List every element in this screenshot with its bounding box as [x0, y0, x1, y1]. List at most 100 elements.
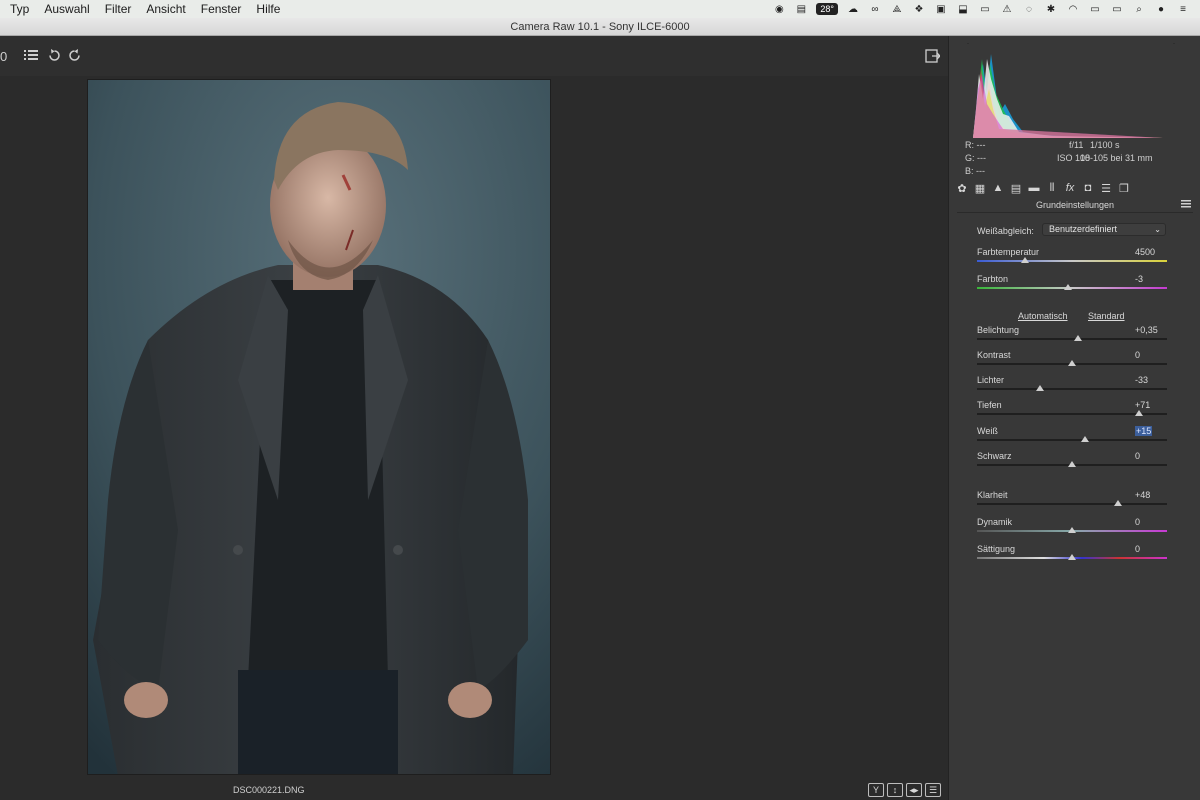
- record-icon[interactable]: ◉: [772, 3, 786, 15]
- save-icon[interactable]: ⬓: [956, 3, 970, 15]
- slider-klarheit[interactable]: Klarheit +48: [977, 490, 1167, 514]
- slider-schwarz[interactable]: Schwarz 0: [977, 451, 1167, 475]
- open-object-icon[interactable]: [925, 49, 941, 65]
- slider-value[interactable]: +48: [1135, 490, 1165, 500]
- white-balance-value: Benutzerdefiniert: [1049, 224, 1118, 234]
- slider-value[interactable]: 0: [1135, 544, 1165, 554]
- slider-weiß[interactable]: Weiß +15: [977, 426, 1167, 450]
- tab-camera-calibration-icon[interactable]: ◘: [1081, 181, 1095, 195]
- bluetooth-icon[interactable]: ✱: [1044, 3, 1058, 15]
- slider-thumb[interactable]: [1068, 461, 1076, 467]
- list-icon[interactable]: [24, 49, 38, 65]
- menu-auswahl[interactable]: Auswahl: [44, 2, 89, 16]
- battery-icon[interactable]: ▭: [1110, 3, 1124, 15]
- slider-thumb[interactable]: [1073, 335, 1082, 341]
- menu-bar: Typ Auswahl Filter Ansicht Fenster Hilfe…: [0, 0, 1200, 18]
- spotlight-search-icon[interactable]: ⌕: [1132, 3, 1146, 15]
- file-name: DSC000221.DNG: [233, 785, 305, 795]
- menu-fenster[interactable]: Fenster: [201, 2, 242, 16]
- view-settings-button[interactable]: ☰: [925, 783, 941, 797]
- slider-thumb[interactable]: [1068, 360, 1076, 366]
- slider-track[interactable]: [977, 338, 1167, 340]
- tab-detail-triangle-icon[interactable]: ▲: [991, 181, 1005, 195]
- slider-belichtung[interactable]: Belichtung +0,35: [977, 325, 1167, 349]
- screen-icon[interactable]: ▤: [794, 3, 808, 15]
- slider-lichter[interactable]: Lichter -33: [977, 375, 1167, 399]
- slider-value[interactable]: 0: [1135, 350, 1165, 360]
- tab-effects-fx-icon[interactable]: fx: [1063, 181, 1077, 195]
- dropbox-icon[interactable]: ❖: [912, 3, 926, 15]
- slider-sättigung[interactable]: Sättigung 0: [977, 544, 1167, 568]
- section-title: Grundeinstellungen: [1035, 200, 1115, 210]
- hd-icon[interactable]: ▭: [978, 3, 992, 15]
- slider-thumb[interactable]: [1068, 554, 1076, 560]
- wifi-icon[interactable]: ◠: [1066, 3, 1080, 15]
- image-canvas[interactable]: [0, 76, 948, 780]
- tab-split-toning-icon[interactable]: ▬: [1027, 181, 1041, 195]
- slider-track[interactable]: [977, 439, 1167, 441]
- creative-cloud-icon[interactable]: ∞: [868, 3, 882, 15]
- standard-link[interactable]: Standard: [1088, 311, 1125, 321]
- window-title: Camera Raw 10.1 - Sony ILCE-6000: [0, 18, 1200, 36]
- slider-value[interactable]: -33: [1135, 375, 1165, 385]
- tab-basic-aperture-icon[interactable]: ✿: [955, 181, 969, 195]
- slider-label: Klarheit: [977, 490, 1008, 500]
- tab-hsl-icon[interactable]: ▤: [1009, 181, 1023, 195]
- rotate-right-icon[interactable]: [68, 49, 81, 65]
- slider-label: Farbtemperatur: [977, 247, 1040, 257]
- slider-label: Dynamik: [977, 517, 1013, 527]
- alert-icon[interactable]: ⚠: [1000, 3, 1014, 15]
- slider-thumb[interactable]: [1113, 500, 1122, 506]
- slider-farbton[interactable]: Farbton -3: [977, 274, 1167, 298]
- user-avatar-icon[interactable]: ●: [1154, 3, 1168, 15]
- slider-track[interactable]: [977, 388, 1167, 390]
- slider-tiefen[interactable]: Tiefen +71: [977, 400, 1167, 424]
- tab-snapshots-icon[interactable]: ❐: [1117, 181, 1131, 195]
- slider-label: Kontrast: [977, 350, 1011, 360]
- slider-track[interactable]: [977, 503, 1167, 505]
- tab-presets-icon[interactable]: ☰: [1099, 181, 1113, 195]
- slider-value[interactable]: 4500: [1135, 247, 1165, 257]
- photo-preview[interactable]: [87, 79, 551, 775]
- slider-label: Sättigung: [977, 544, 1016, 554]
- slider-thumb[interactable]: [1134, 410, 1143, 416]
- notes-icon[interactable]: ▣: [934, 3, 948, 15]
- slider-value[interactable]: +15: [1135, 426, 1153, 436]
- tab-tone-curve-grid-icon[interactable]: ▦: [973, 181, 987, 195]
- slider-thumb[interactable]: [1081, 436, 1090, 442]
- before-after-toggle-button[interactable]: Y: [868, 783, 884, 797]
- slider-value[interactable]: -3: [1135, 274, 1165, 284]
- airplay-icon[interactable]: ▭: [1088, 3, 1102, 15]
- slider-kontrast[interactable]: Kontrast 0: [977, 350, 1167, 374]
- slider-value[interactable]: 0: [1135, 451, 1165, 461]
- tab-lens-icon[interactable]: ⦀: [1045, 181, 1059, 195]
- b-value: ---: [976, 166, 986, 176]
- menu-typ[interactable]: Typ: [10, 2, 29, 16]
- slider-farbtemperatur[interactable]: Farbtemperatur 4500: [977, 247, 1167, 271]
- bottom-bar: DSC000221.DNG Y ↕ ◂▸ ☰: [0, 780, 948, 800]
- slider-dynamik[interactable]: Dynamik 0: [977, 517, 1167, 541]
- adjustments-panel: R: --- G: --- B: --- f/11 ISO 100 1/100 …: [948, 36, 1200, 800]
- copy-settings-button[interactable]: ◂▸: [906, 783, 922, 797]
- auto-link[interactable]: Automatisch: [1018, 311, 1068, 321]
- acrobat-icon[interactable]: ⟁: [890, 3, 904, 15]
- slider-value[interactable]: 0: [1135, 517, 1165, 527]
- menu-hilfe[interactable]: Hilfe: [256, 2, 280, 16]
- cloud-icon[interactable]: ☁: [846, 3, 860, 15]
- slider-thumb[interactable]: [1020, 257, 1029, 263]
- temperature-badge[interactable]: 28°: [816, 3, 838, 15]
- slider-track[interactable]: [977, 260, 1167, 262]
- slider-thumb[interactable]: [1035, 385, 1044, 391]
- swap-settings-button[interactable]: ↕: [887, 783, 903, 797]
- slider-value[interactable]: +71: [1135, 400, 1165, 410]
- menu-ansicht[interactable]: Ansicht: [146, 2, 185, 16]
- notification-center-icon[interactable]: ≡: [1176, 3, 1190, 15]
- lens-info: 18-105 bei 31 mm: [1080, 152, 1153, 165]
- slider-thumb[interactable]: [1068, 527, 1076, 533]
- white-balance-select[interactable]: Benutzerdefiniert ⌄: [1042, 223, 1166, 236]
- slider-thumb[interactable]: [1064, 284, 1073, 290]
- menu-filter[interactable]: Filter: [105, 2, 132, 16]
- sync-icon[interactable]: ◌: [1022, 3, 1036, 15]
- rotate-left-icon[interactable]: [48, 49, 61, 65]
- slider-value[interactable]: +0,35: [1135, 325, 1165, 335]
